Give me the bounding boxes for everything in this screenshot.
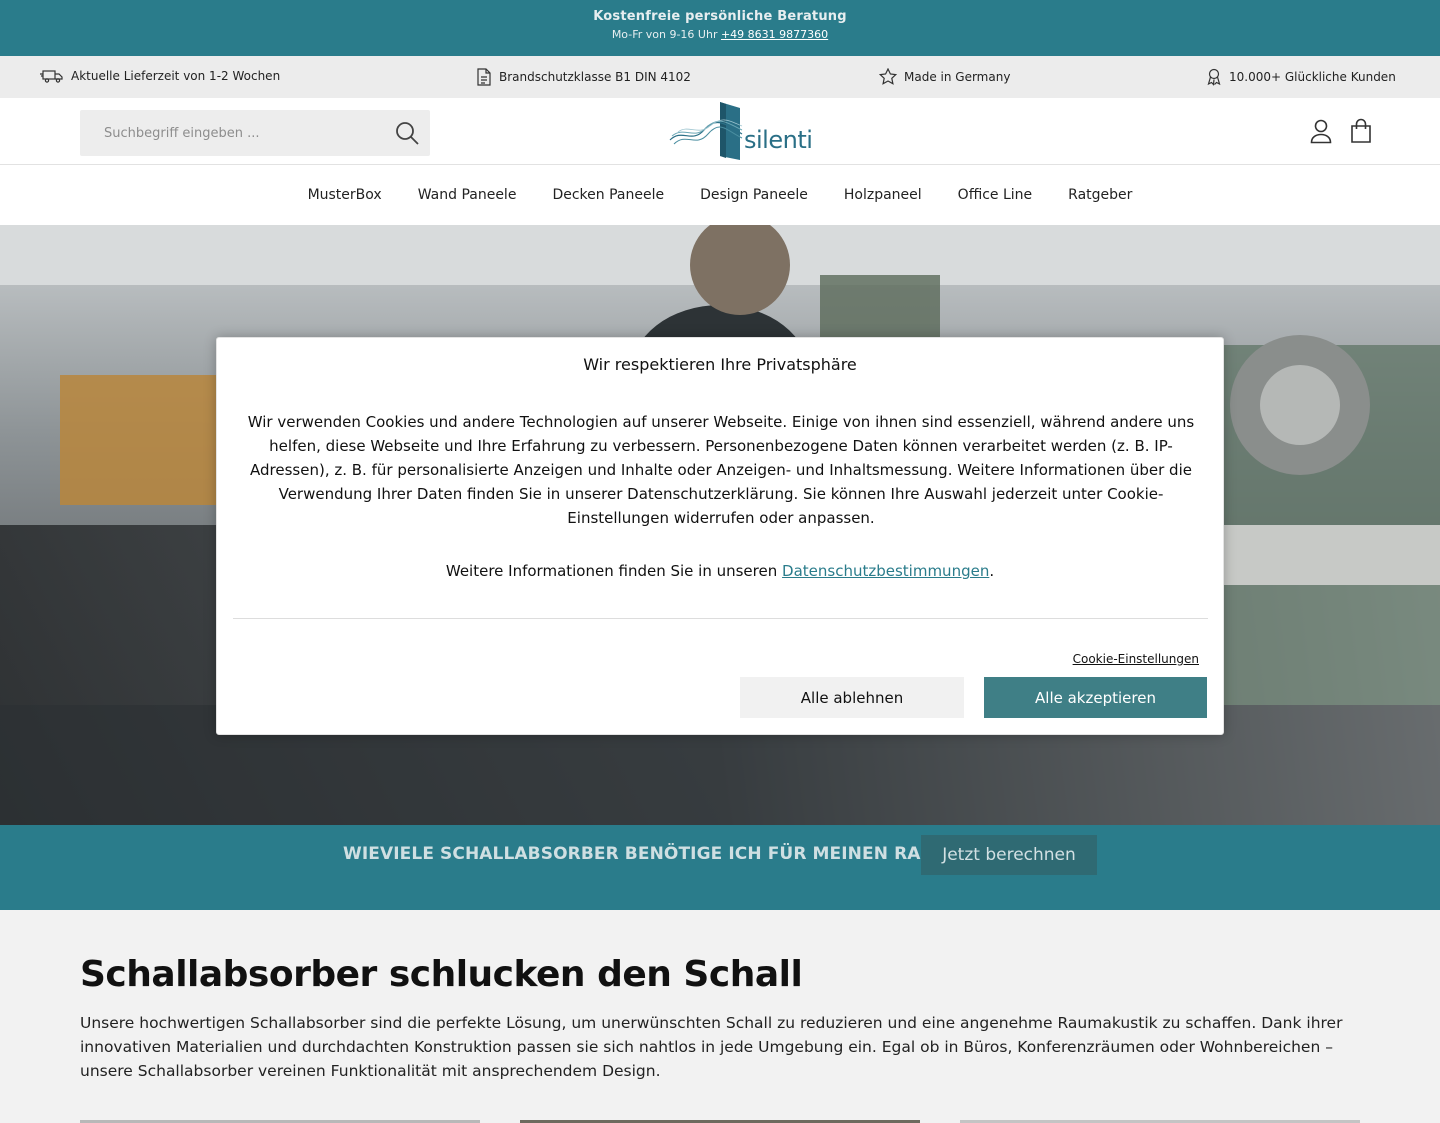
nav-item-office-line[interactable]: Office Line <box>958 187 1033 203</box>
usp-customers: 10.000+ Glückliche Kunden <box>1206 68 1396 86</box>
search-icon[interactable] <box>394 120 420 146</box>
usp-made-in-germany-label: Made in Germany <box>904 69 1011 84</box>
consultation-hours: Mo-Fr von 9-16 Uhr +49 8631 9877360 <box>0 28 1440 41</box>
usp-fire-class-label: Brandschutzklasse B1 DIN 4102 <box>499 70 691 84</box>
consultation-headline: Kostenfreie persönliche Beratung <box>593 9 847 24</box>
calculator-question: WIEVIELE SCHALLABSORBER BENÖTIGE ICH FÜR… <box>343 844 961 864</box>
silenti-logo[interactable]: silenti <box>668 100 814 162</box>
more-info-suffix: . <box>989 562 995 580</box>
nav-item-holzpaneel[interactable]: Holzpaneel <box>844 187 922 203</box>
calculator-banner: WIEVIELE SCHALLABSORBER BENÖTIGE ICH FÜR… <box>0 825 1440 910</box>
nav-item-musterbox[interactable]: MusterBox <box>308 187 382 203</box>
main-navigation: MusterBox Wand Paneele Decken Paneele De… <box>0 165 1440 225</box>
header-actions <box>1310 118 1372 144</box>
nav-item-design-paneele[interactable]: Design Paneele <box>700 187 808 203</box>
calculate-now-button[interactable]: Jetzt berechnen <box>921 835 1097 875</box>
star-icon <box>879 68 897 85</box>
document-icon <box>477 68 491 86</box>
cookie-consent-dialog: Wir respektieren Ihre Privatsphäre Wir v… <box>216 337 1224 735</box>
decline-all-button[interactable]: Alle ablehnen <box>740 677 964 718</box>
cart-icon[interactable] <box>1350 118 1372 144</box>
usp-fire-class: Brandschutzklasse B1 DIN 4102 <box>476 68 691 86</box>
award-icon <box>1207 68 1221 86</box>
nav-item-decken-paneele[interactable]: Decken Paneele <box>552 187 664 203</box>
account-icon[interactable] <box>1310 118 1332 144</box>
nav-item-wand-paneele[interactable]: Wand Paneele <box>418 187 517 203</box>
usp-delivery-label: Aktuelle Lieferzeit von 1-2 Wochen <box>71 69 281 83</box>
privacy-policy-link[interactable]: Datenschutzbestimmungen <box>782 562 989 580</box>
truck-icon <box>40 70 63 83</box>
phone-link[interactable]: +49 8631 9877360 <box>721 28 828 41</box>
hours-text: Mo-Fr von 9-16 Uhr <box>611 28 718 41</box>
section-heading: Schallabsorber schlucken den Schall <box>80 954 803 995</box>
nav-item-ratgeber[interactable]: Ratgeber <box>1068 187 1132 203</box>
usp-bar: Aktuelle Lieferzeit von 1-2 Wochen Brand… <box>0 56 1440 98</box>
accept-all-button[interactable]: Alle akzeptieren <box>984 677 1207 718</box>
cookie-dialog-more-info: Weitere Informationen finden Sie in unse… <box>217 562 1223 580</box>
cookie-dialog-body: Wir verwenden Cookies und andere Technol… <box>247 413 1195 527</box>
site-header: silenti <box>0 98 1440 165</box>
cookie-dialog-divider <box>233 618 1208 619</box>
intro-section: Schallabsorber schlucken den Schall Unse… <box>0 910 1440 1123</box>
search-box <box>80 110 430 156</box>
search-input[interactable] <box>80 110 380 156</box>
cookie-dialog-title: Wir respektieren Ihre Privatsphäre <box>583 355 857 374</box>
logo-mark-icon <box>669 102 743 160</box>
cookie-settings-link[interactable]: Cookie-Einstellungen <box>1073 652 1199 666</box>
usp-made-in-germany: Made in Germany <box>879 68 1010 85</box>
usp-delivery: Aktuelle Lieferzeit von 1-2 Wochen <box>40 68 280 84</box>
section-text: Unsere hochwertigen Schallabsorber sind … <box>80 1014 1343 1080</box>
usp-customers-label: 10.000+ Glückliche Kunden <box>1229 70 1396 84</box>
more-info-prefix: Weitere Informationen finden Sie in unse… <box>445 562 778 580</box>
logo-text: silenti <box>744 126 813 154</box>
contact-bar: Kostenfreie persönliche Beratung Mo-Fr v… <box>0 0 1440 56</box>
